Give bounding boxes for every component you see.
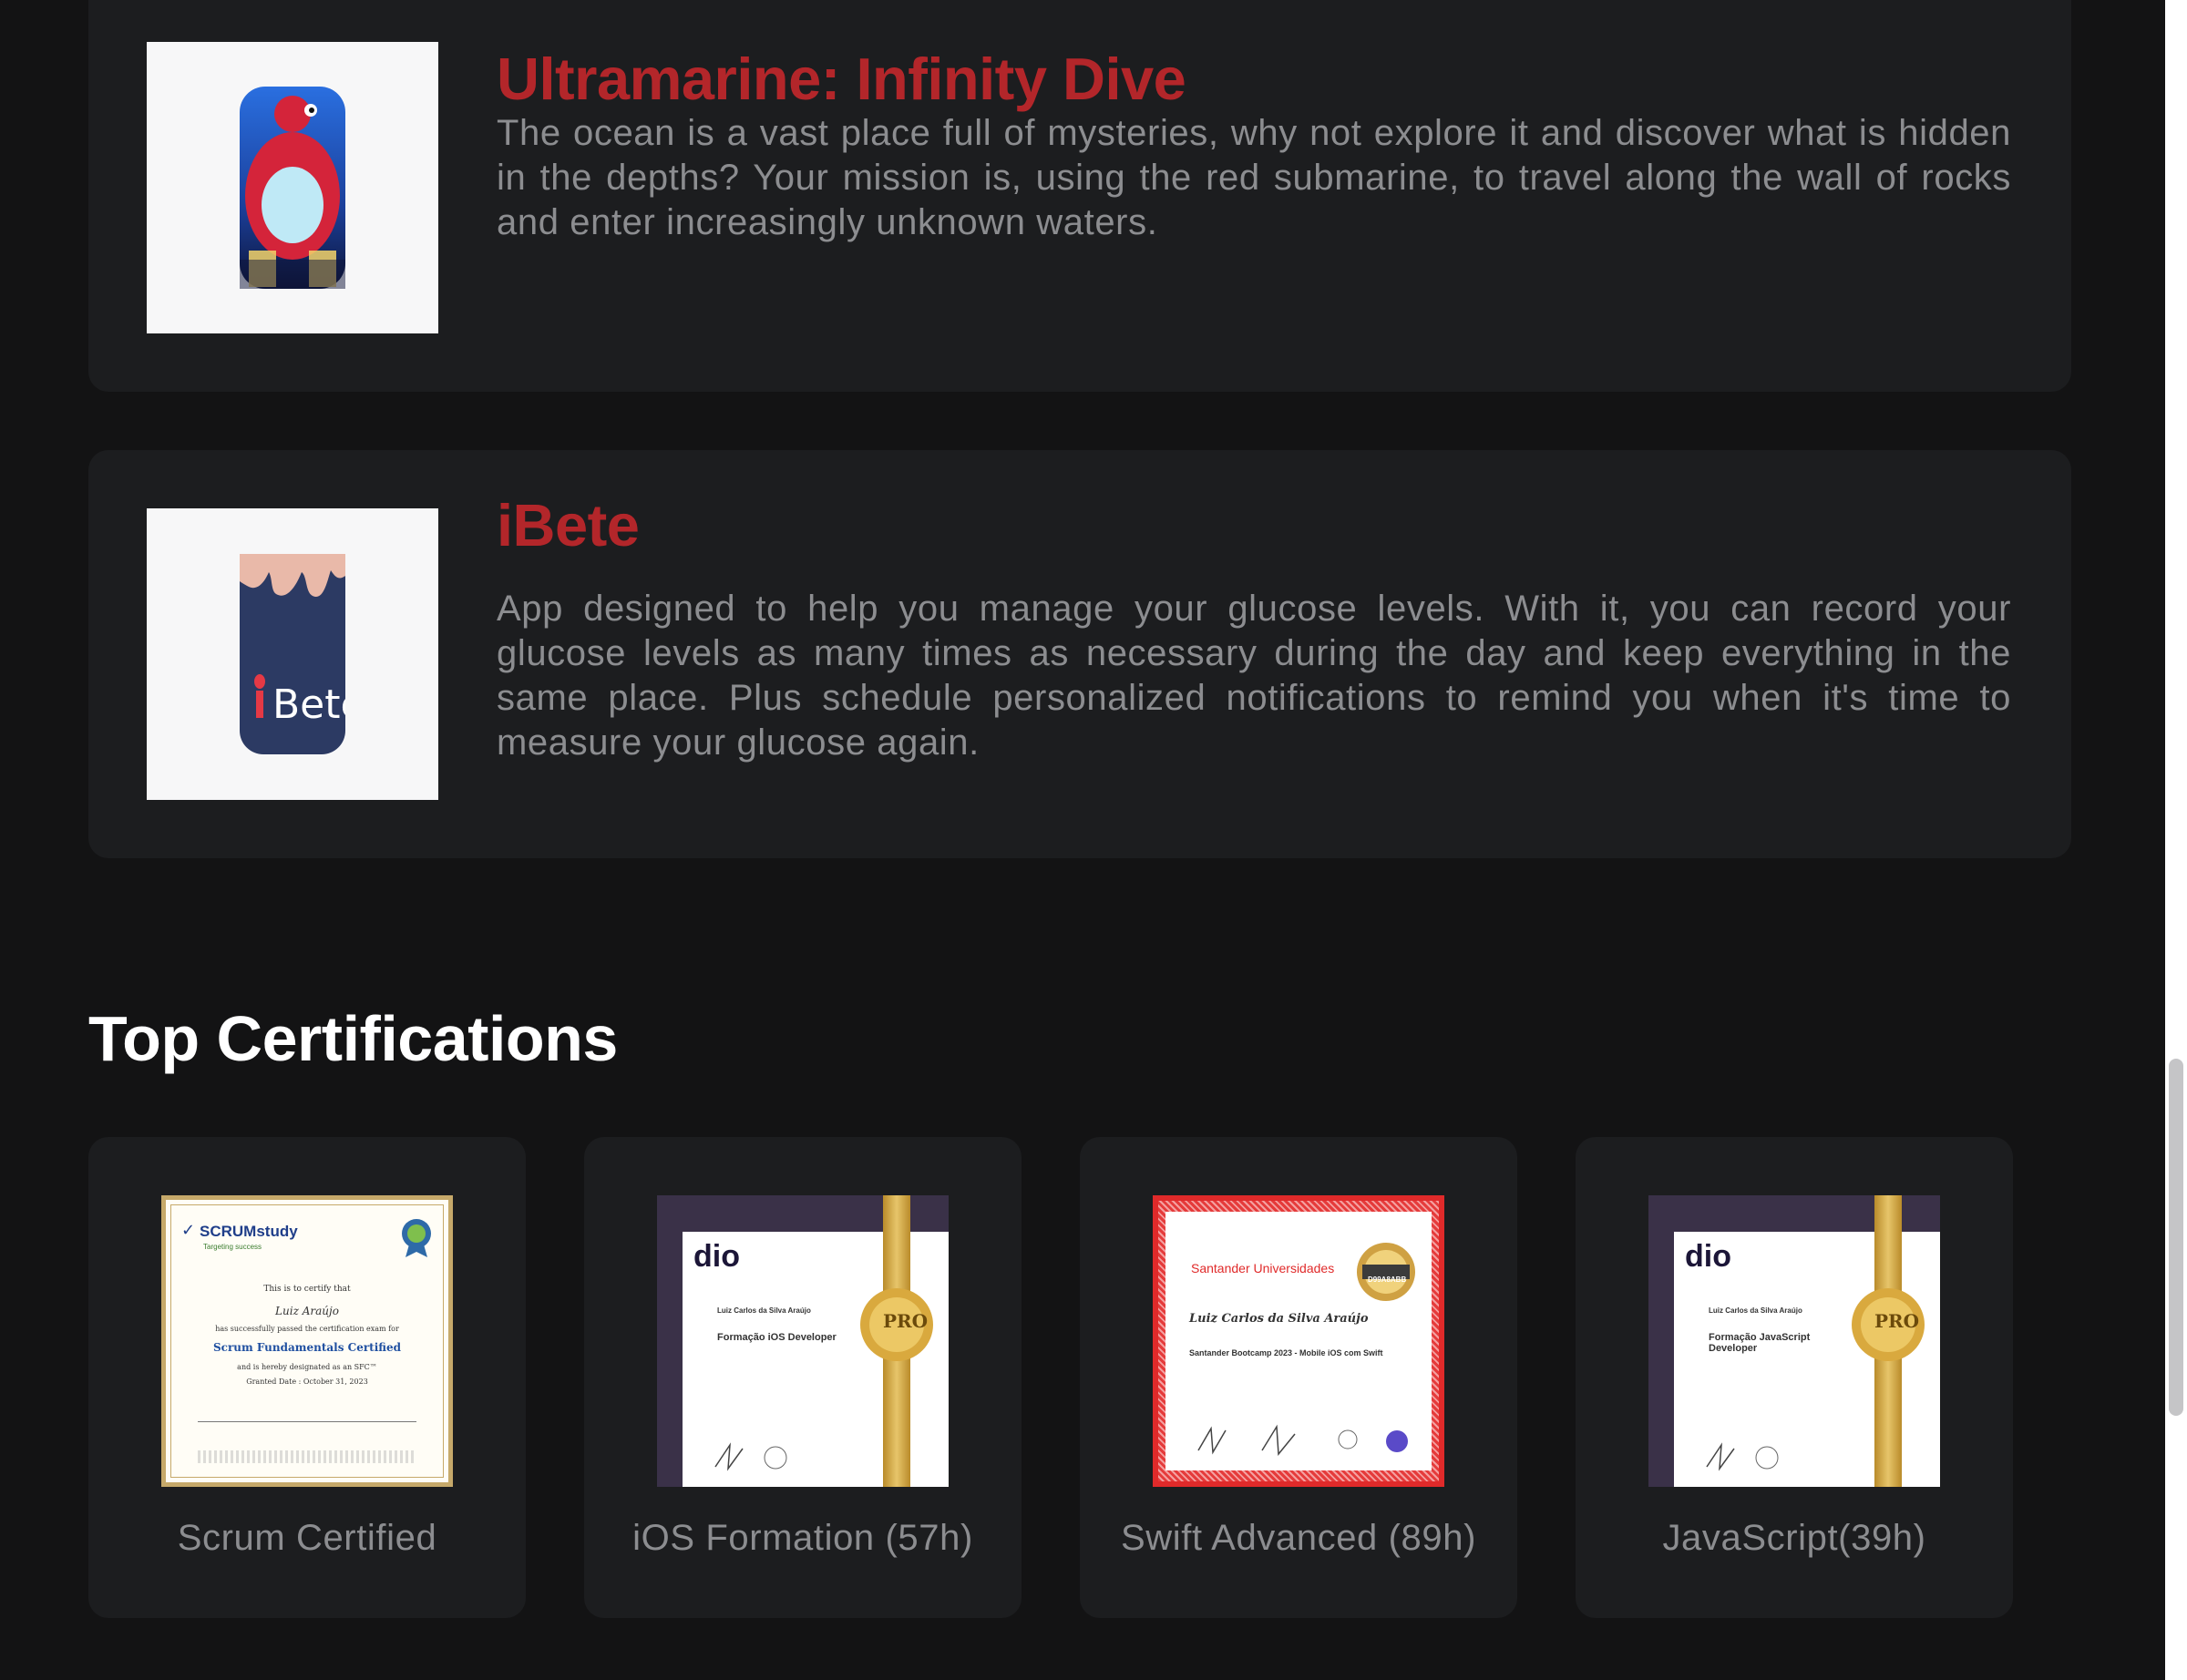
signatures-icon [714,1442,787,1471]
cert-brand: dio [1685,1239,1731,1274]
certification-label: Scrum Certified [177,1518,437,1558]
certificate-image[interactable]: PRO dio Luiz Carlos da Silva Araújo Form… [1648,1195,1940,1487]
cert-line: has successfully passed the certificatio… [215,1325,399,1333]
project-title[interactable]: iBete [497,496,640,555]
badge-icon [402,1219,431,1257]
certification-label: Swift Advanced (89h) [1121,1518,1476,1558]
certification-card[interactable]: PRO dio Luiz Carlos da Silva Araújo Form… [1576,1137,2013,1618]
scrollbar-track[interactable] [2165,0,2187,1680]
seal-text: PRO [883,1310,929,1332]
project-card: Bete iBete App designed to help you mana… [88,450,2071,858]
certificate-image[interactable]: PRO dio Luiz Carlos da Silva Araújo Form… [657,1195,949,1487]
cert-brand: Santander Universidades [1191,1261,1335,1275]
certificate-image[interactable]: Santander Universidades D99A8ABB Luiz Ca… [1153,1195,1444,1487]
seal-text: PRO [1874,1310,1920,1332]
project-thumbnail[interactable] [147,42,438,333]
cert-recipient: Luiz Carlos da Silva Araújo [1709,1306,1802,1315]
cert-recipient: Luiz Araújo [275,1305,339,1317]
signatures-icon [1706,1442,1779,1471]
signatures-icon [1197,1424,1408,1456]
cert-brand: SCRUMstudy [200,1223,298,1240]
cert-line: and is hereby designated as an SFC™ [237,1363,377,1371]
submarine-app-icon [240,87,345,289]
cert-recipient: Luiz Carlos da Silva Araújo [717,1306,811,1315]
cert-tagline: Targeting success [203,1243,262,1251]
cert-code: D99A8ABB [1368,1275,1407,1284]
certification-label: iOS Formation (57h) [632,1518,973,1558]
cert-recipient: Luiz Carlos da Silva Araújo [1189,1312,1369,1326]
ibete-icon-text: Bete [272,681,345,728]
certification-card[interactable]: PRO dio Luiz Carlos da Silva Araújo Form… [584,1137,1022,1618]
certification-label: JavaScript(39h) [1662,1518,1926,1558]
cert-course: Santander Bootcamp 2023 - Mobile iOS com… [1189,1348,1383,1357]
project-thumbnail[interactable]: Bete [147,508,438,800]
project-title[interactable]: Ultramarine: Infinity Dive [497,49,1186,108]
cert-line: This is to certify that [263,1285,351,1294]
certificate-image[interactable]: ✓ SCRUMstudy Targeting success This is t… [161,1195,453,1487]
cert-course: Formação JavaScript Developer [1709,1332,1811,1354]
scrollbar-thumb[interactable] [2169,1059,2183,1416]
seal-icon [1357,1243,1415,1301]
cert-course: Scrum Fundamentals Certified [212,1341,402,1354]
ibete-app-icon: Bete [240,554,345,754]
cert-brand: dio [693,1239,740,1274]
cert-date: Granted Date : October 31, 2023 [246,1378,368,1386]
section-title: Top Certifications [88,1003,618,1074]
certification-card[interactable]: ✓ SCRUMstudy Targeting success This is t… [88,1137,526,1618]
project-card: Ultramarine: Infinity Dive The ocean is … [88,0,2071,392]
cert-course: Formação iOS Developer [717,1332,837,1343]
project-description: The ocean is a vast place full of myster… [497,113,2011,242]
page: Ultramarine: Infinity Dive The ocean is … [0,0,2165,1680]
project-description: App designed to help you manage your glu… [497,589,2011,763]
certification-card[interactable]: Santander Universidades D99A8ABB Luiz Ca… [1080,1137,1517,1618]
